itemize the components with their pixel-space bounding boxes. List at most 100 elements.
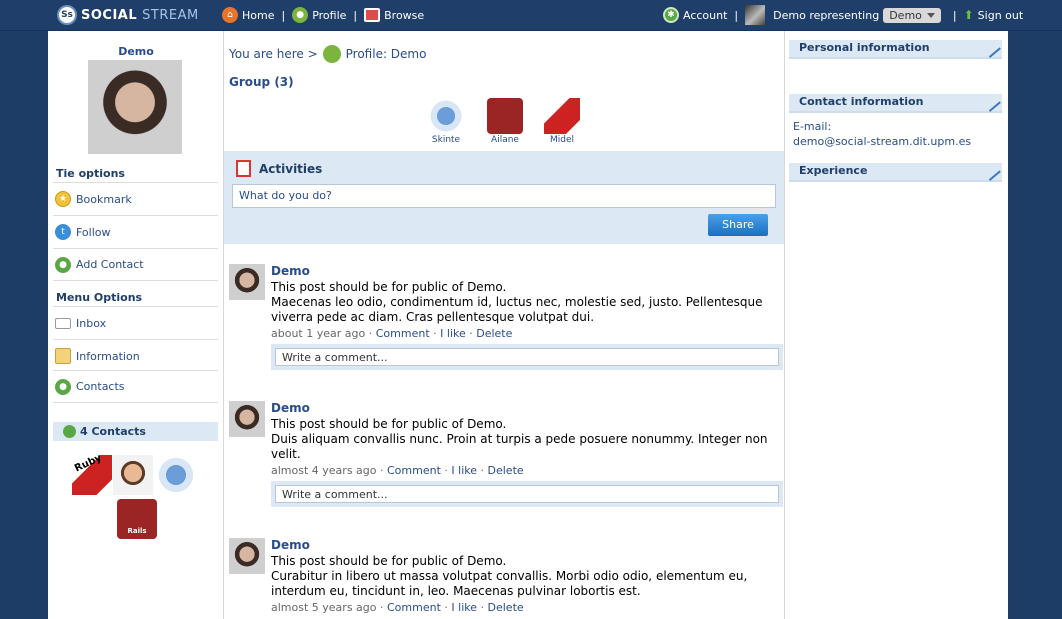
comment-input[interactable]: Write a comment... bbox=[275, 348, 779, 366]
contacts-link[interactable]: ● Contacts bbox=[53, 370, 218, 403]
personal-info-title: Personal information bbox=[799, 41, 930, 54]
group-item[interactable]: Skinte bbox=[421, 98, 471, 145]
group-item[interactable]: Midel bbox=[537, 98, 587, 145]
post-author[interactable]: Demo bbox=[271, 264, 310, 278]
main-nav: ⌂ Home | ● Profile | Browse bbox=[222, 6, 424, 24]
activities-title-text: Activities bbox=[259, 161, 323, 176]
profile-icon: ● bbox=[292, 7, 309, 23]
contact-person-thumb[interactable] bbox=[113, 455, 153, 495]
breadcrumb: You are here > Profile: Demo bbox=[229, 45, 426, 63]
avatar[interactable] bbox=[745, 5, 766, 25]
email-label: E-mail: bbox=[793, 120, 832, 133]
experience-title: Experience bbox=[799, 164, 868, 177]
nav-profile[interactable]: ● Profile bbox=[292, 7, 346, 23]
experience-header: Experience bbox=[789, 161, 1002, 182]
main-content: You are here > Profile: Demo Group (3) S… bbox=[224, 31, 784, 619]
share-button[interactable]: Share bbox=[708, 214, 768, 236]
rails-icon bbox=[487, 98, 523, 134]
nav-account-label: Account bbox=[683, 8, 728, 22]
post-meta: about 1 year ago · Comment · I like · De… bbox=[271, 327, 513, 340]
contacts-header: 4 Contacts bbox=[53, 422, 218, 441]
profile-name[interactable]: Demo bbox=[48, 45, 224, 58]
contacts-count: 4 Contacts bbox=[80, 425, 146, 438]
inbox-link[interactable]: Inbox bbox=[53, 306, 218, 339]
contacts-icon: ● bbox=[55, 256, 71, 273]
nav-account[interactable]: ✱ Account bbox=[663, 7, 727, 23]
representing-label: Demo representing bbox=[773, 8, 880, 22]
nav-home[interactable]: ⌂ Home bbox=[222, 7, 274, 23]
delete-link[interactable]: Delete bbox=[488, 464, 524, 477]
nav-browse[interactable]: Browse bbox=[364, 8, 424, 22]
contact-ruby-thumb[interactable]: Ruby bbox=[72, 452, 112, 495]
information-label: Information bbox=[76, 349, 140, 363]
avatar[interactable] bbox=[229, 538, 265, 574]
post-line2: Maecenas leo odio, condimentum id, luctu… bbox=[271, 295, 763, 324]
delete-link[interactable]: Delete bbox=[488, 601, 524, 614]
pencil-icon[interactable] bbox=[981, 92, 1001, 112]
tie-options-title: Tie options bbox=[56, 167, 125, 180]
comment-link[interactable]: Comment bbox=[376, 327, 430, 340]
contacts-icon bbox=[63, 425, 76, 438]
bookmark-button[interactable]: ★ Bookmark bbox=[53, 182, 218, 215]
contacts-icon: ● bbox=[55, 378, 71, 395]
add-contact-button[interactable]: ● Add Contact bbox=[53, 248, 218, 281]
post-time: about 1 year ago bbox=[271, 327, 366, 340]
avatar[interactable] bbox=[229, 264, 265, 300]
activity-input[interactable]: What do you do? bbox=[232, 184, 776, 208]
representing-select[interactable]: Demo bbox=[883, 7, 941, 23]
post-body: This post should be for public of Demo. … bbox=[271, 417, 771, 462]
page: Demo Tie options ★ Bookmark t Follow ● Add … bbox=[48, 31, 1008, 619]
group-item[interactable]: Ailane bbox=[480, 98, 530, 145]
activity-post: Demo This post should be for public of D… bbox=[229, 538, 783, 619]
nav-profile-label: Profile bbox=[312, 8, 347, 22]
contacts-label: Contacts bbox=[76, 380, 125, 393]
group-name: Midel bbox=[549, 135, 575, 145]
delete-link[interactable]: Delete bbox=[476, 327, 512, 340]
logo-badge: Ss bbox=[57, 5, 77, 25]
post-time: almost 4 years ago bbox=[271, 464, 377, 477]
add-contact-label: Add Contact bbox=[76, 258, 144, 271]
activities-icon bbox=[236, 160, 251, 177]
post-meta: almost 5 years ago · Comment · I like · … bbox=[271, 601, 524, 614]
sign-out-label: Sign out bbox=[977, 8, 1024, 22]
like-link[interactable]: I like bbox=[440, 327, 466, 340]
top-bar: Ss SOCIAL STREAM ⌂ Home | ● Profile | Brow… bbox=[0, 0, 1062, 31]
group-title: Group (3) bbox=[229, 75, 294, 89]
post-meta: almost 4 years ago · Comment · I like · … bbox=[271, 464, 524, 477]
post-line2: Duis aliquam convallis nunc. Proin at tu… bbox=[271, 432, 768, 461]
pencil-icon[interactable] bbox=[981, 161, 1001, 181]
comment-link[interactable]: Comment bbox=[387, 464, 441, 477]
post-line1: This post should be for public of Demo. bbox=[271, 554, 507, 568]
email-value[interactable]: demo@social-stream.dit.upm.es bbox=[793, 134, 971, 149]
comment-link[interactable]: Comment bbox=[387, 601, 441, 614]
contact-bird-thumb[interactable] bbox=[156, 455, 196, 495]
home-icon: ⌂ bbox=[222, 7, 238, 23]
nav-separator: | bbox=[952, 8, 957, 22]
logo-text-social: SOCIAL bbox=[81, 7, 138, 23]
edit-icon bbox=[55, 348, 71, 364]
comment-input[interactable]: Write a comment... bbox=[275, 485, 779, 503]
follow-button[interactable]: t Follow bbox=[53, 215, 218, 248]
group-name: Ailane bbox=[491, 135, 519, 145]
activities-panel: Activities What do you do? Share bbox=[224, 151, 784, 244]
sign-out-link[interactable]: ⬆ Sign out bbox=[964, 8, 1024, 22]
breadcrumb-prefix: You are here > bbox=[229, 47, 318, 61]
like-link[interactable]: I like bbox=[451, 464, 477, 477]
nav-separator: | bbox=[353, 8, 358, 22]
avatar[interactable] bbox=[229, 401, 265, 437]
contact-rails-label: Rails bbox=[127, 527, 147, 535]
like-link[interactable]: I like bbox=[451, 601, 477, 614]
right-sidebar: Personal information Contact information… bbox=[784, 31, 1008, 619]
activities-title: Activities bbox=[236, 160, 322, 177]
bookmark-label: Bookmark bbox=[76, 192, 132, 206]
menu-options-title: Menu Options bbox=[56, 291, 143, 304]
post-author[interactable]: Demo bbox=[271, 401, 310, 415]
post-author[interactable]: Demo bbox=[271, 538, 310, 552]
breadcrumb-current[interactable]: Profile: Demo bbox=[346, 47, 427, 61]
contact-rails-thumb[interactable]: Rails bbox=[117, 499, 157, 539]
information-link[interactable]: Information bbox=[53, 339, 218, 372]
logo[interactable]: Ss SOCIAL STREAM bbox=[57, 5, 199, 25]
arrow-up-icon: ⬆ bbox=[963, 8, 974, 22]
pencil-icon[interactable] bbox=[981, 38, 1001, 58]
post-line2: Curabitur in libero ut massa volutpat co… bbox=[271, 569, 748, 598]
